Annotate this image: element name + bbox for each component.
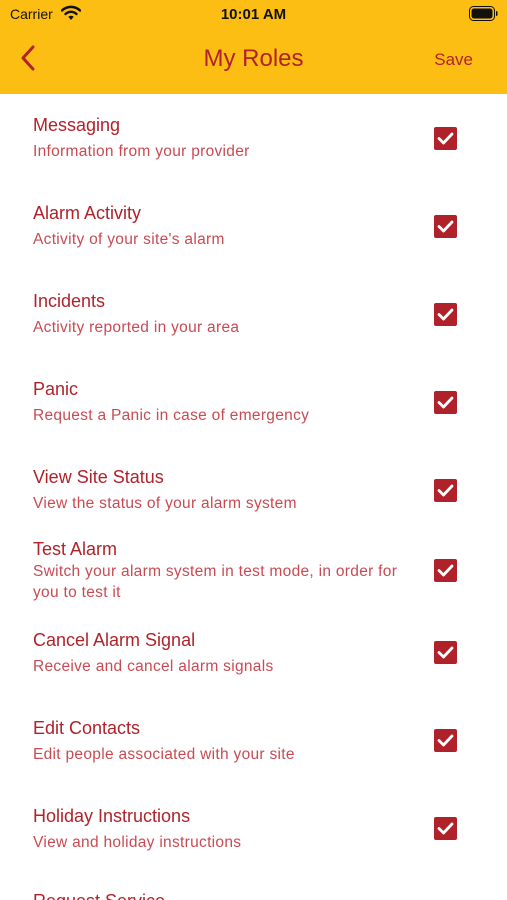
role-title: Cancel Alarm Signal (33, 630, 196, 650)
role-checkbox[interactable] (434, 559, 457, 582)
role-subtitle: View the status of your alarm system (33, 495, 297, 512)
role-checkbox[interactable] (434, 303, 457, 326)
list-item: Messaging Information from your provider (0, 94, 507, 182)
role-subtitle: Information from your provider (33, 143, 250, 160)
role-title: Messaging (33, 115, 121, 135)
list-item: Incidents Activity reported in your area (0, 270, 507, 358)
role-subtitle: Switch your alarm system in test mode, i… (33, 563, 398, 601)
checkmark-icon (434, 303, 457, 326)
checkmark-icon (434, 215, 457, 238)
role-title: Request Service (33, 891, 165, 900)
list-item: Request Service (0, 880, 507, 900)
role-checkbox[interactable] (434, 729, 457, 752)
list-item: Edit Contacts Edit people associated wit… (0, 704, 507, 792)
role-subtitle: Request a Panic in case of emergency (33, 407, 310, 424)
role-checkbox[interactable] (434, 479, 457, 502)
checkmark-icon (434, 391, 457, 414)
list-item: Alarm Activity Activity of your site's a… (0, 182, 507, 270)
role-checkbox[interactable] (434, 215, 457, 238)
role-checkbox[interactable] (434, 817, 457, 840)
save-button[interactable]: Save (434, 50, 473, 70)
header: Carrier 10:01 AM My Roles Save (0, 0, 507, 94)
role-checkbox[interactable] (434, 641, 457, 664)
role-title: Panic (33, 379, 79, 399)
role-title: Alarm Activity (33, 203, 142, 223)
checkmark-icon (434, 817, 457, 840)
checkmark-icon (434, 127, 457, 150)
checkmark-icon (434, 641, 457, 664)
role-subtitle: Edit people associated with your site (33, 746, 295, 763)
list-item: Panic Request a Panic in case of emergen… (0, 358, 507, 446)
role-title: Edit Contacts (33, 718, 141, 738)
role-subtitle: Receive and cancel alarm signals (33, 658, 274, 675)
status-bar: Carrier 10:01 AM (0, 0, 507, 28)
role-subtitle: Activity reported in your area (33, 319, 240, 336)
role-checkbox[interactable] (434, 127, 457, 150)
list-item: Holiday Instructions View and holiday in… (0, 792, 507, 880)
list-item: Cancel Alarm Signal Receive and cancel a… (0, 616, 507, 704)
checkmark-icon (434, 729, 457, 752)
checkmark-icon (434, 559, 457, 582)
role-title: Holiday Instructions (33, 806, 191, 826)
status-time: 10:01 AM (220, 6, 287, 23)
role-title: Test Alarm (33, 539, 118, 559)
role-checkbox[interactable] (434, 391, 457, 414)
role-title: View Site Status (33, 467, 164, 487)
list-item: Test Alarm Switch your alarm system in t… (0, 528, 507, 616)
battery-icon (469, 6, 499, 21)
role-subtitle: View and holiday instructions (33, 834, 242, 851)
my-roles-screen: Carrier 10:01 AM My Roles Save Messaging… (0, 0, 507, 900)
role-subtitle: Activity of your site's alarm (33, 231, 225, 248)
list-item: View Site Status View the status of your… (0, 446, 507, 528)
role-title: Incidents (33, 291, 106, 311)
checkmark-icon (434, 479, 457, 502)
page-title: My Roles (203, 45, 304, 72)
navbar: My Roles Save (0, 28, 507, 94)
